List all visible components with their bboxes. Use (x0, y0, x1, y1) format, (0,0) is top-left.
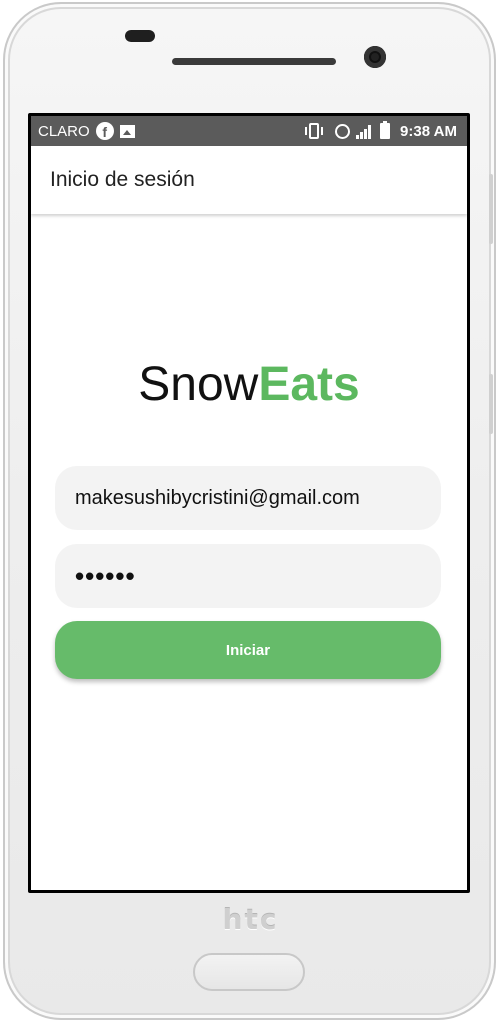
image-icon (119, 124, 135, 138)
volume-button (489, 174, 493, 244)
power-button (489, 374, 493, 434)
battery-icon (380, 121, 391, 139)
device-brand-logo: htc (222, 903, 279, 936)
password-field[interactable] (55, 544, 441, 608)
status-bar-right: 9:38 AM (305, 121, 457, 140)
status-bar-left: CLARO f (38, 122, 135, 140)
earpiece-speaker (172, 58, 336, 65)
logo-text-eats: Eats (258, 358, 360, 411)
app-logo: SnowEats (31, 357, 467, 413)
app-screen: CLARO f 9:38 AM Inicio de sesión SnowEat… (31, 116, 467, 890)
status-bar: CLARO f 9:38 AM (31, 116, 467, 146)
login-button[interactable]: Iniciar (55, 621, 441, 679)
page-title: Inicio de sesión (50, 168, 195, 191)
email-field[interactable] (55, 466, 441, 530)
vibrate-icon (305, 123, 324, 139)
facebook-icon: f (95, 122, 114, 140)
carrier-label: CLARO (38, 122, 90, 140)
app-bar: Inicio de sesión (31, 146, 467, 214)
clock-time: 9:38 AM (400, 122, 457, 140)
password-input[interactable] (73, 559, 441, 593)
screen: CLARO f 9:38 AM Inicio de sesión SnowEat… (28, 113, 470, 893)
alarm-icon (335, 123, 351, 139)
home-button[interactable] (193, 953, 305, 991)
signal-4g-icon (356, 123, 374, 139)
email-input[interactable] (73, 485, 441, 511)
front-camera-icon (364, 46, 386, 68)
sensor-dot (125, 30, 155, 42)
logo-text-snow: Snow (138, 358, 259, 411)
